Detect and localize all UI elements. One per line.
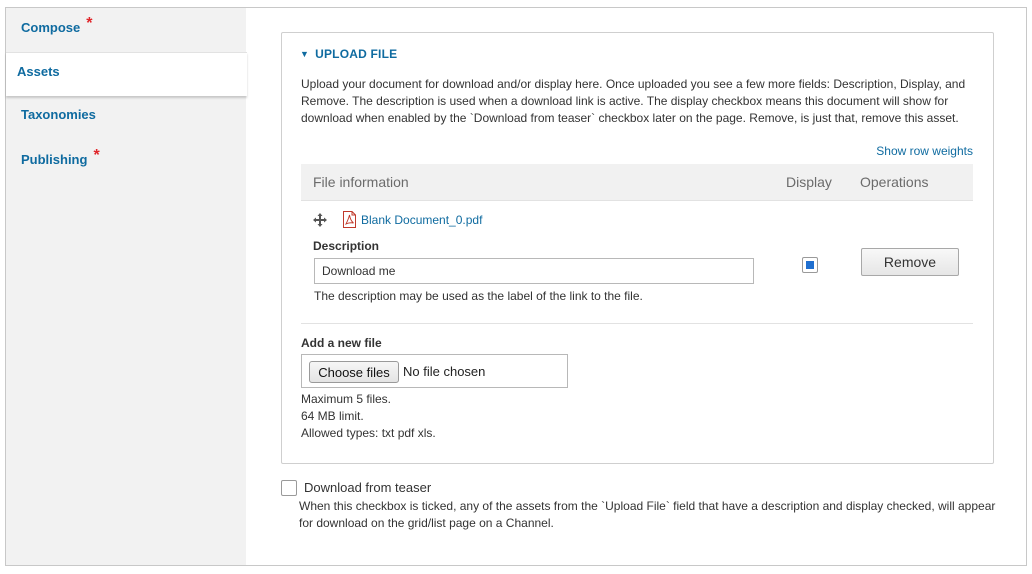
choose-files-button[interactable]: Choose files: [309, 361, 399, 383]
add-new-file-label: Add a new file: [301, 336, 382, 350]
limit-size: 64 MB limit.: [301, 409, 364, 423]
divider: [301, 323, 973, 324]
description-label: Description: [313, 239, 380, 253]
upload-file-toggle[interactable]: ▼ UPLOAD FILE: [300, 47, 397, 61]
file-upload-widget: Choose files No file chosen: [301, 354, 568, 388]
drag-handle-icon[interactable]: [313, 213, 327, 227]
no-file-chosen-text: No file chosen: [403, 364, 486, 379]
download-from-teaser-label[interactable]: Download from teaser: [304, 480, 431, 495]
file-link[interactable]: Blank Document_0.pdf: [361, 213, 482, 227]
upload-file-legend: UPLOAD FILE: [315, 47, 398, 61]
vertical-tab-label: Compose: [21, 20, 81, 35]
required-marker: *: [93, 147, 100, 164]
column-header-file-information: File information: [313, 174, 409, 190]
download-from-teaser-checkbox[interactable]: [281, 480, 297, 496]
triangle-down-icon: ▼: [300, 49, 310, 59]
pdf-file-icon: [343, 211, 356, 228]
remove-button[interactable]: Remove: [861, 248, 959, 276]
upload-file-description: Upload your document for download and/or…: [301, 77, 966, 125]
limit-types: Allowed types: txt pdf xls.: [301, 426, 436, 440]
vertical-tab-label: Taxonomies: [21, 107, 96, 122]
show-row-weights-link[interactable]: Show row weights: [876, 144, 973, 158]
vertical-tab-assets[interactable]: Assets: [6, 52, 247, 96]
node-edit-form: Compose * Assets Taxonomies Publishing * ▼…: [5, 7, 1027, 566]
vertical-tab-label: Assets: [17, 64, 60, 79]
column-header-operations: Operations: [860, 174, 929, 190]
column-header-display: Display: [786, 174, 832, 190]
vertical-tab-label: Publishing: [21, 152, 88, 167]
description-input[interactable]: [314, 258, 754, 284]
display-checkbox[interactable]: [802, 257, 818, 273]
upload-limits: Maximum 5 files. 64 MB limit. Allowed ty…: [301, 391, 436, 442]
download-from-teaser-help: When this checkbox is ticked, any of the…: [299, 499, 996, 530]
checkbox-checked-indicator: [806, 261, 814, 269]
required-marker: *: [86, 15, 93, 32]
vertical-tab-taxonomies[interactable]: Taxonomies: [6, 96, 246, 140]
description-help: The description may be used as the label…: [314, 289, 643, 303]
upload-file-fieldset: ▼ UPLOAD FILE Upload your document for do…: [281, 32, 994, 464]
vertical-tabs: Compose * Assets Taxonomies Publishing *: [6, 8, 247, 565]
vertical-tab-publishing[interactable]: Publishing *: [6, 140, 246, 184]
vertical-tab-compose[interactable]: Compose *: [6, 8, 246, 52]
limit-max-files: Maximum 5 files.: [301, 392, 392, 406]
file-table-header: File information Display Operations: [301, 164, 973, 201]
